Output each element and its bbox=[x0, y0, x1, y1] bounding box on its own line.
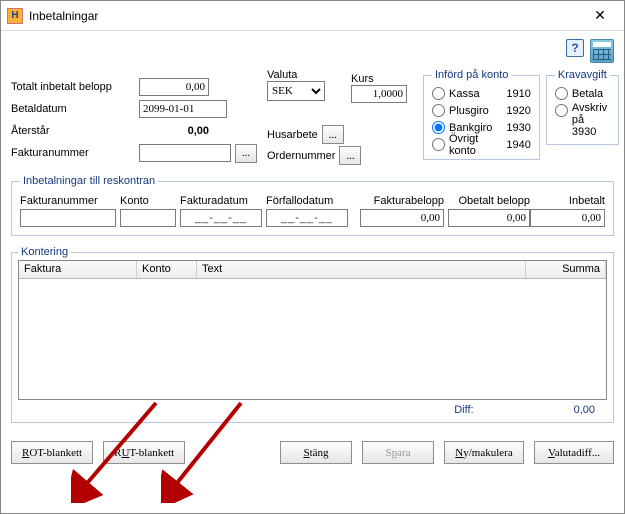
kurs-input[interactable] bbox=[351, 85, 407, 103]
th-konto[interactable]: Konto bbox=[137, 261, 197, 278]
kontering-table[interactable]: Faktura Konto Text Summa bbox=[18, 260, 607, 400]
th-text[interactable]: Text bbox=[197, 261, 526, 278]
label-fakturanr: Fakturanummer bbox=[11, 147, 139, 159]
label-aterstar: Återstår bbox=[11, 125, 139, 137]
help-icon[interactable]: ? bbox=[566, 39, 584, 57]
label-valuta: Valuta bbox=[267, 69, 297, 81]
radio-avskriv[interactable]: Avskriv på 3930 bbox=[555, 102, 610, 138]
row-ff[interactable]: __-__-__ bbox=[266, 209, 348, 227]
diff-label: Diff: bbox=[454, 404, 473, 416]
window-title: Inbetalningar bbox=[29, 9, 580, 23]
kravavgift-group: Kravavgift Betala Avskriv på 3930 bbox=[546, 69, 619, 145]
close-button[interactable]: ✕ bbox=[580, 4, 620, 28]
col-fakturanummer: Fakturanummer bbox=[20, 195, 120, 209]
label-kurs: Kurs bbox=[351, 73, 417, 85]
fakturanummer-browse-button[interactable]: ... bbox=[235, 144, 257, 163]
radio-betala[interactable]: Betala bbox=[555, 85, 610, 102]
th-summa[interactable]: Summa bbox=[526, 261, 606, 278]
label-ordernummer: Ordernummer bbox=[267, 150, 335, 162]
husarbete-browse-button[interactable]: ... bbox=[322, 125, 344, 144]
inford-legend: Införd på konto bbox=[432, 69, 511, 81]
rut-blankett-button[interactable]: RUT-blankett bbox=[103, 441, 185, 464]
row-konto-input[interactable] bbox=[120, 209, 176, 227]
spara-button[interactable]: Spara bbox=[362, 441, 434, 464]
col-fakturadatum: Fakturadatum bbox=[180, 195, 266, 209]
radio-kassa[interactable]: Kassa1910 bbox=[432, 85, 531, 102]
kravavgift-legend: Kravavgift bbox=[555, 69, 610, 81]
radio-ovrigt[interactable]: Övrigt konto1940 bbox=[432, 136, 531, 153]
aterstar-value: 0,00 bbox=[139, 125, 209, 137]
label-betaldatum: Betaldatum bbox=[11, 103, 139, 115]
valutadiff-button[interactable]: Valutadiff... bbox=[534, 441, 614, 464]
calculator-icon[interactable] bbox=[590, 39, 614, 63]
row-fb-input[interactable] bbox=[360, 209, 444, 227]
app-icon: H bbox=[7, 8, 23, 24]
kontering-legend: Kontering bbox=[18, 246, 71, 258]
diff-value: 0,00 bbox=[574, 404, 595, 416]
th-faktura[interactable]: Faktura bbox=[19, 261, 137, 278]
rot-blankett-button[interactable]: ROT-blankett bbox=[11, 441, 93, 464]
betaldatum-input[interactable] bbox=[139, 100, 227, 118]
row-ob-input[interactable] bbox=[448, 209, 530, 227]
reskontra-row: __-__-__ __-__-__ bbox=[20, 209, 605, 227]
col-fakturabelopp: Fakturabelopp bbox=[356, 195, 444, 209]
valuta-select[interactable]: SEK bbox=[267, 81, 325, 101]
row-fd[interactable]: __-__-__ bbox=[180, 209, 262, 227]
row-fn-input[interactable] bbox=[20, 209, 116, 227]
fakturanummer-input[interactable] bbox=[139, 144, 231, 162]
totalt-input[interactable] bbox=[139, 78, 209, 96]
row-ib-input[interactable] bbox=[530, 209, 605, 227]
radio-plusgiro[interactable]: Plusgiro1920 bbox=[432, 102, 531, 119]
col-konto: Konto bbox=[120, 195, 180, 209]
col-inbetalt: Inbetalt bbox=[530, 195, 605, 209]
ordernummer-browse-button[interactable]: ... bbox=[339, 146, 361, 165]
label-husarbete: Husarbete bbox=[267, 129, 318, 141]
reskontra-legend: Inbetalningar till reskontran bbox=[20, 175, 158, 187]
col-forfallodatum: Förfallodatum bbox=[266, 195, 356, 209]
reskontra-group: Inbetalningar till reskontran Fakturanum… bbox=[11, 175, 614, 236]
ny-makulera-button[interactable]: Ny/makulera bbox=[444, 441, 524, 464]
label-totalt: Totalt inbetalt belopp bbox=[11, 81, 139, 93]
stang-button[interactable]: Stäng bbox=[280, 441, 352, 464]
inford-group: Införd på konto Kassa1910 Plusgiro1920 B… bbox=[423, 69, 540, 160]
kontering-group: Kontering Faktura Konto Text Summa Diff:… bbox=[11, 246, 614, 423]
col-obetalt: Obetalt belopp bbox=[444, 195, 530, 209]
